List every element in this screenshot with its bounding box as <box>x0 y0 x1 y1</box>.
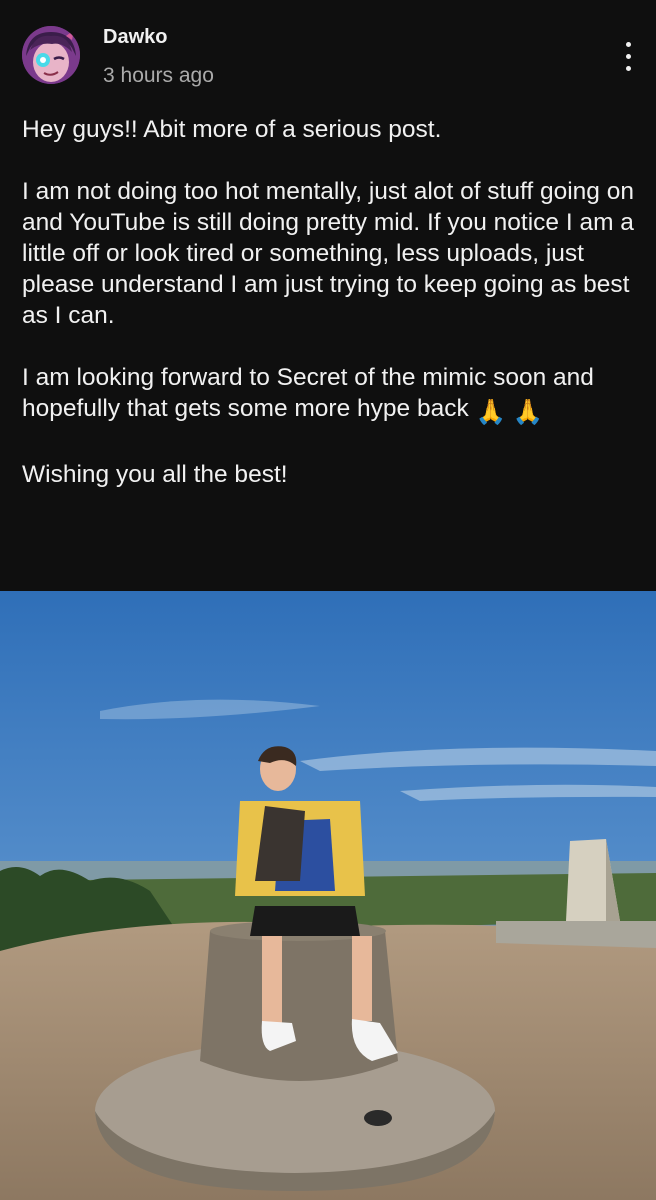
author-name[interactable]: Dawko <box>103 26 167 49</box>
post-paragraph: Hey guys!! Abit more of a serious post. <box>22 116 442 143</box>
folded-hands-emoji: 🙏 🙏 <box>475 399 544 426</box>
post-header: Dawko 3 hours ago <box>0 0 656 110</box>
photo-illustration <box>0 591 656 1200</box>
post-image[interactable] <box>0 591 656 1200</box>
post-body: Hey guys!! Abit more of a serious post. … <box>22 114 642 521</box>
post-paragraph: I am looking forward to Secret of the mi… <box>22 362 642 428</box>
post-timestamp: 3 hours ago <box>103 64 214 87</box>
post-paragraph: I am not doing too hot mentally, just al… <box>22 178 634 329</box>
avatar-image <box>22 26 80 84</box>
channel-avatar[interactable] <box>22 26 80 84</box>
more-vertical-icon[interactable] <box>614 40 642 74</box>
post-paragraph: Wishing you all the best! <box>22 461 288 488</box>
